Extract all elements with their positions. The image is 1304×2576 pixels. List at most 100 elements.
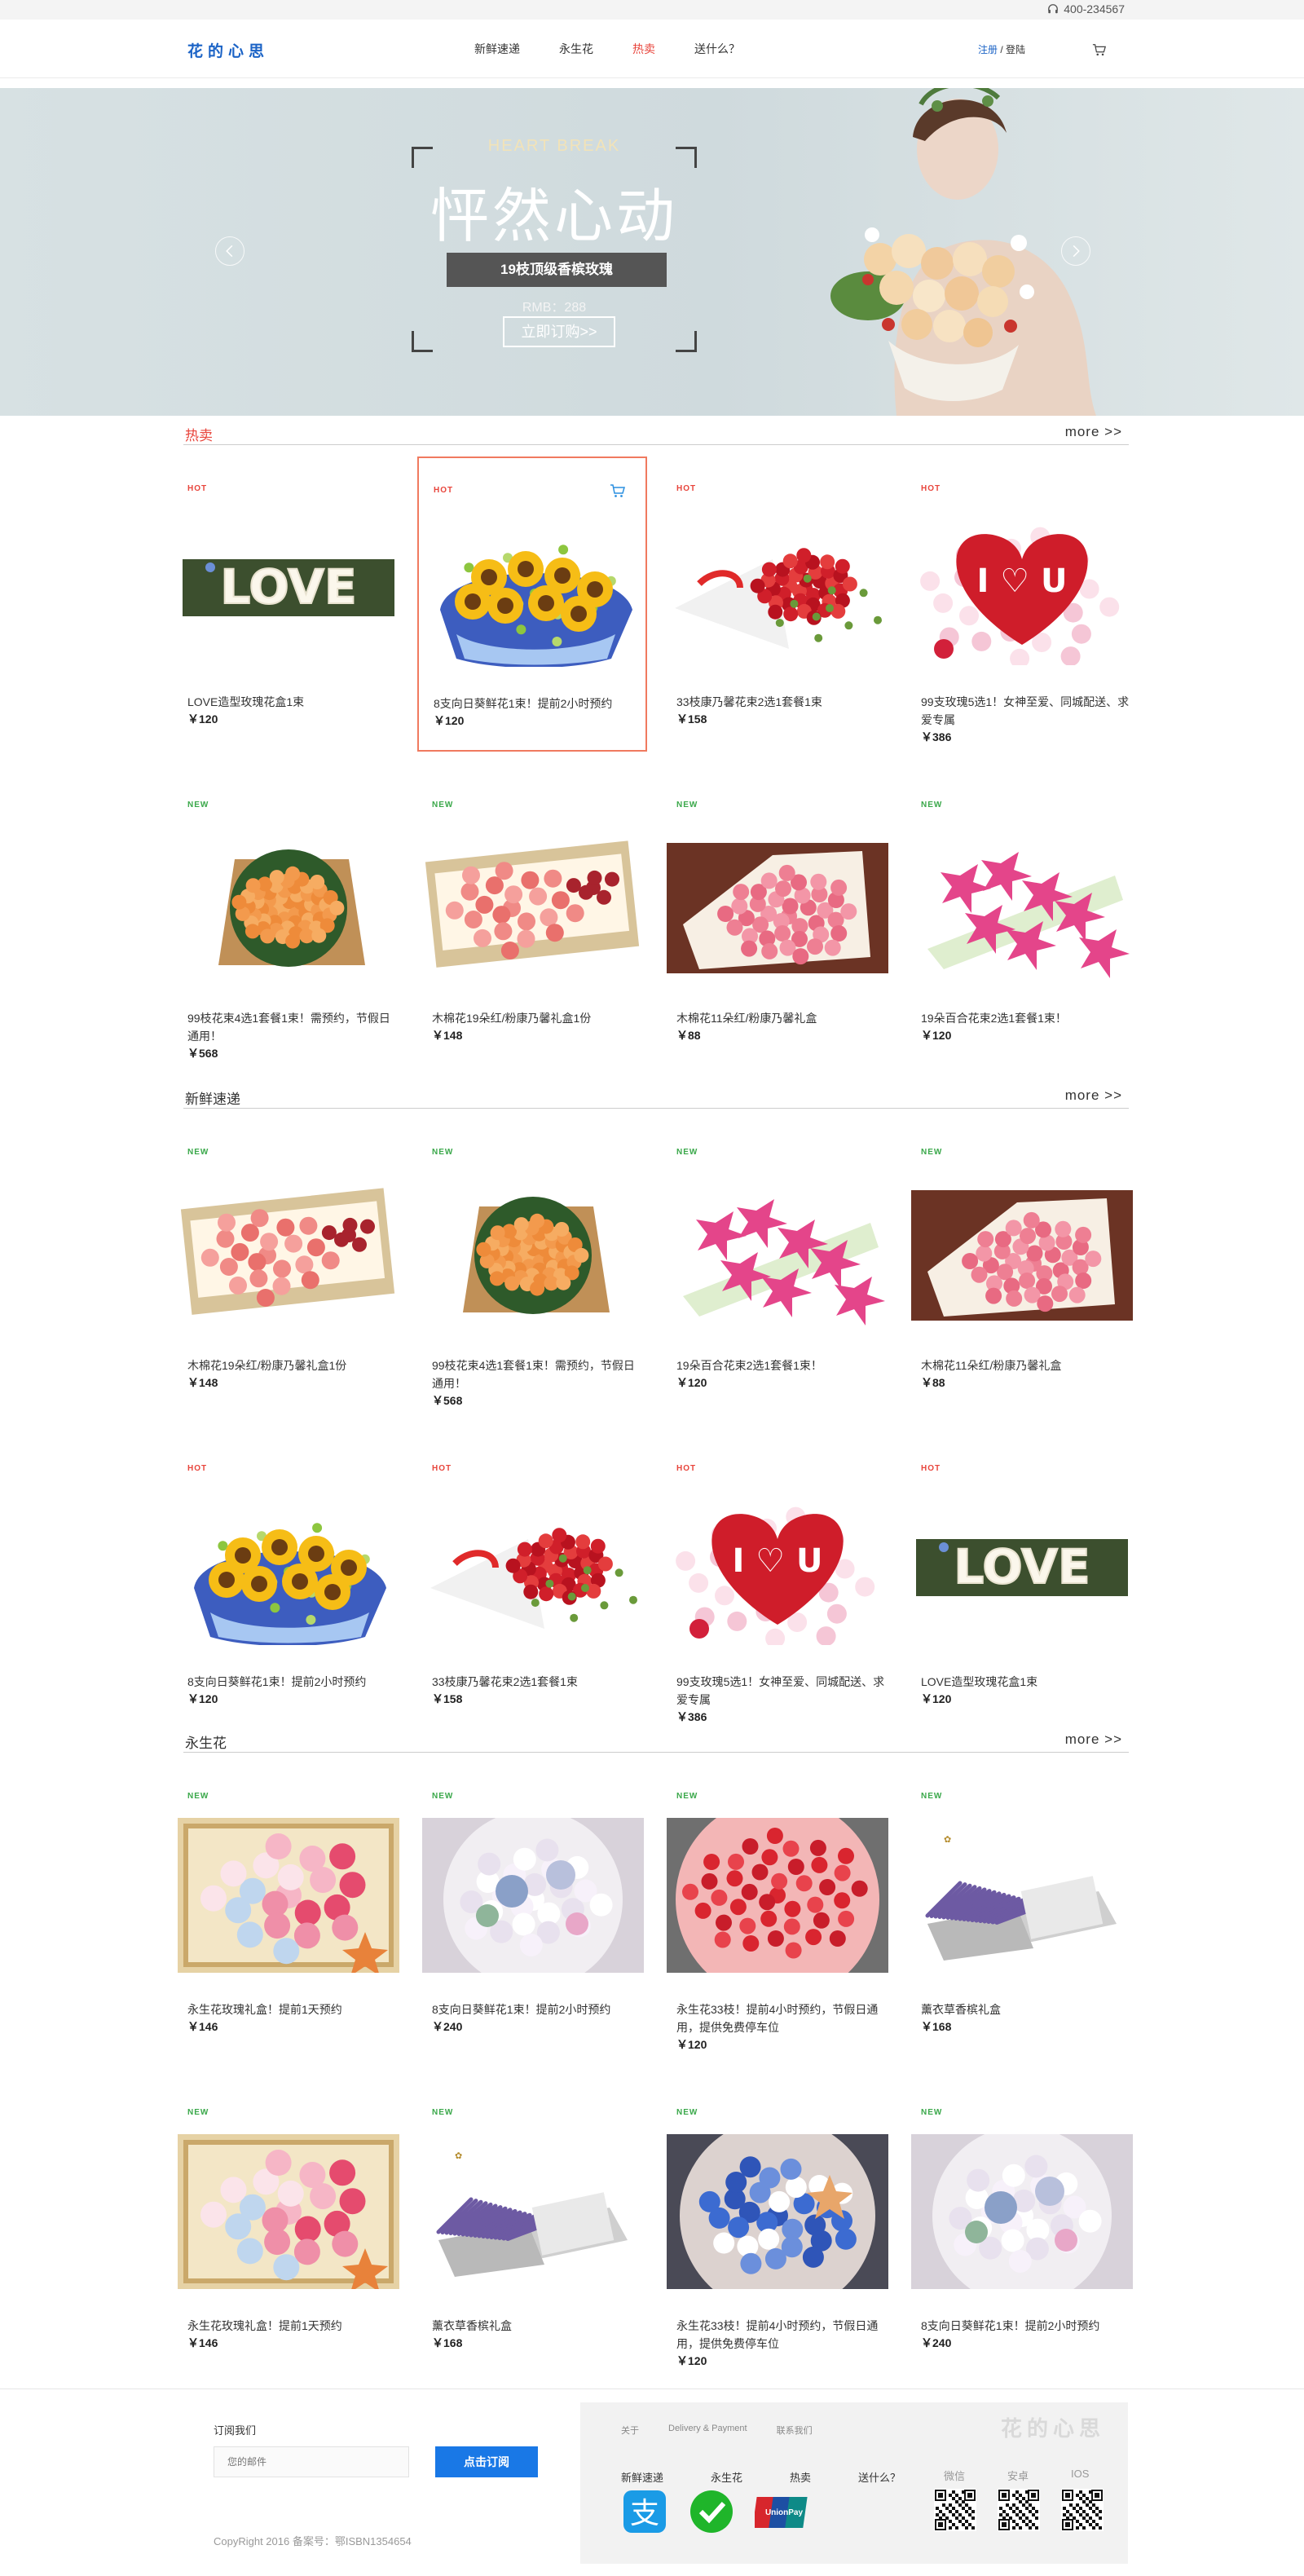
add-to-cart-icon[interactable]	[610, 483, 626, 499]
product-name[interactable]: 薰衣草香槟礼盒	[921, 2000, 1133, 2018]
product-card[interactable]: NEW 19朵百合花束2选1套餐1束！ ￥120	[906, 773, 1136, 1068]
product-image[interactable]	[424, 512, 645, 667]
product-name[interactable]: LOVE造型玫瑰花盒1束	[921, 1673, 1133, 1691]
alipay-icon[interactable]: 支	[621, 2489, 668, 2534]
footer-link-contact[interactable]: 联系我们	[777, 2424, 813, 2437]
wechat-pay-icon[interactable]	[688, 2489, 735, 2534]
product-card[interactable]: HOT I ♡ U 99支玫瑰5选1！女神至爱、同城配送、求爱专属 ￥386	[662, 1436, 892, 1731]
nav-item-hot[interactable]: 热卖	[632, 41, 655, 57]
footer-link-delivery[interactable]: Delivery & Payment	[668, 2424, 747, 2437]
footer-nav-preserved[interactable]: 永生花	[711, 2469, 742, 2485]
unionpay-icon[interactable]: UnionPay	[755, 2489, 812, 2534]
product-card[interactable]: HOT 33枝康乃馨花束2选1套餐1束 ￥158	[662, 457, 892, 752]
product-card[interactable]: NEW 永生花玫瑰礼盒！提前1天预约 ￥146	[173, 2080, 403, 2375]
product-card[interactable]: HOT 8支向日葵鲜花1束！提前2小时预约 ￥120	[417, 457, 647, 752]
site-logo[interactable]: 花的心思	[187, 39, 269, 61]
product-card[interactable]: NEW 木棉花11朵红/粉康乃馨礼盒 ￥88	[906, 1120, 1136, 1415]
product-image[interactable]: LOVE	[178, 510, 399, 665]
product-image[interactable]	[667, 1818, 888, 1973]
product-image[interactable]	[667, 510, 888, 665]
product-name[interactable]: 99枝花束4选1套餐1束！需预约，节假日通用！	[432, 1356, 644, 1392]
product-image[interactable]: ✿	[422, 2134, 644, 2289]
product-card[interactable]: NEW 8支向日葵鲜花1束！提前2小时预约 ￥240	[417, 1764, 647, 2059]
product-image[interactable]	[178, 2134, 399, 2289]
product-name[interactable]: 永生花33枝！提前4小时预约，节假日通用，提供免费停车位	[676, 2000, 888, 2036]
product-image[interactable]: LOVE	[911, 1490, 1133, 1645]
product-name[interactable]: 19朵百合花束2选1套餐1束！	[676, 1356, 888, 1374]
product-card[interactable]: HOT LOVE LOVE造型玫瑰花盒1束 ￥120	[173, 457, 403, 752]
product-name[interactable]: 99支玫瑰5选1！女神至爱、同城配送、求爱专属	[676, 1673, 888, 1709]
product-name[interactable]: 木棉花19朵红/粉康乃馨礼盒1份	[187, 1356, 399, 1374]
more-link[interactable]: more >>	[1065, 1731, 1122, 1748]
product-name[interactable]: 薰衣草香槟礼盒	[432, 2317, 644, 2335]
subscribe-button[interactable]: 点击订阅	[435, 2446, 538, 2477]
product-image[interactable]	[422, 1490, 644, 1645]
product-image[interactable]	[178, 1490, 399, 1645]
product-card[interactable]: NEW 99枝花束4选1套餐1束！需预约，节假日通用！ ￥568	[173, 773, 403, 1068]
product-name[interactable]: 永生花33枝！提前4小时预约，节假日通用，提供免费停车位	[676, 2317, 888, 2353]
footer-nav-fresh[interactable]: 新鲜速递	[621, 2469, 663, 2485]
product-name[interactable]: 8支向日葵鲜花1束！提前2小时预约	[921, 2317, 1133, 2335]
more-link[interactable]: more >>	[1065, 424, 1122, 440]
product-card[interactable]: HOT 33枝康乃馨花束2选1套餐1束 ￥158	[417, 1436, 647, 1731]
email-field[interactable]	[214, 2446, 409, 2477]
product-card[interactable]: NEW 木棉花19朵红/粉康乃馨礼盒1份 ￥148	[173, 1120, 403, 1415]
banner-prev-button[interactable]	[215, 236, 244, 266]
nav-item-fresh[interactable]: 新鲜速递	[474, 41, 520, 57]
product-card[interactable]: HOT I ♡ U 99支玫瑰5选1！女神至爱、同城配送、求爱专属 ￥386	[906, 457, 1136, 752]
banner-order-button[interactable]: 立即订购>>	[503, 316, 615, 347]
nav-item-preserved[interactable]: 永生花	[559, 41, 593, 57]
product-image[interactable]	[422, 1818, 644, 1973]
product-image[interactable]: ✿	[911, 1818, 1133, 1973]
product-image[interactable]	[178, 1174, 399, 1329]
product-name[interactable]: 永生花玫瑰礼盒！提前1天预约	[187, 2000, 399, 2018]
product-image[interactable]	[422, 827, 644, 981]
product-image[interactable]: I ♡ U	[667, 1490, 888, 1645]
product-card[interactable]: NEW 永生花玫瑰礼盒！提前1天预约 ￥146	[173, 1764, 403, 2059]
product-image[interactable]: I ♡ U	[911, 510, 1133, 665]
product-card[interactable]: NEW 8支向日葵鲜花1束！提前2小时预约 ￥240	[906, 2080, 1136, 2375]
footer-nav-gift[interactable]: 送什么？	[858, 2469, 901, 2485]
cart-icon[interactable]	[1092, 42, 1107, 57]
nav-item-gift[interactable]: 送什么？	[694, 41, 740, 57]
product-image[interactable]	[667, 2134, 888, 2289]
product-image[interactable]	[667, 827, 888, 981]
product-card[interactable]: NEW 木棉花11朵红/粉康乃馨礼盒 ￥88	[662, 773, 892, 1068]
product-name[interactable]: 木棉花11朵红/粉康乃馨礼盒	[921, 1356, 1133, 1374]
product-image[interactable]	[667, 1174, 888, 1329]
register-link[interactable]: 注册	[978, 44, 998, 55]
product-card[interactable]: HOT LOVE LOVE造型玫瑰花盒1束 ￥120	[906, 1436, 1136, 1731]
footer-nav-hot[interactable]: 热卖	[790, 2469, 811, 2485]
product-name[interactable]: 木棉花11朵红/粉康乃馨礼盒	[676, 1009, 888, 1027]
product-card[interactable]: HOT 8支向日葵鲜花1束！提前2小时预约 ￥120	[173, 1436, 403, 1731]
product-name[interactable]: 木棉花19朵红/粉康乃馨礼盒1份	[432, 1009, 644, 1027]
product-name[interactable]: 永生花玫瑰礼盒！提前1天预约	[187, 2317, 399, 2335]
new-badge: NEW	[432, 1792, 454, 1801]
product-image[interactable]	[178, 827, 399, 981]
product-card[interactable]: NEW 19朵百合花束2选1套餐1束！ ￥120	[662, 1120, 892, 1415]
product-image[interactable]	[911, 2134, 1133, 2289]
product-image[interactable]	[911, 827, 1133, 981]
product-card[interactable]: NEW 永生花33枝！提前4小时预约，节假日通用，提供免费停车位 ￥120	[662, 1764, 892, 2059]
product-card[interactable]: NEW 99枝花束4选1套餐1束！需预约，节假日通用！ ￥568	[417, 1120, 647, 1415]
footer-link-about[interactable]: 关于	[621, 2424, 639, 2437]
product-name[interactable]: 99枝花束4选1套餐1束！需预约，节假日通用！	[187, 1009, 399, 1045]
product-name[interactable]: 19朵百合花束2选1套餐1束！	[921, 1009, 1133, 1027]
banner-next-button[interactable]	[1061, 236, 1090, 266]
product-image[interactable]	[911, 1174, 1133, 1329]
product-card[interactable]: NEW ✿ 薰衣草香槟礼盒 ￥168	[906, 1764, 1136, 2059]
product-name[interactable]: 8支向日葵鲜花1束！提前2小时预约	[187, 1673, 399, 1691]
login-link[interactable]: 登陆	[1006, 44, 1025, 55]
product-name[interactable]: 8支向日葵鲜花1束！提前2小时预约	[434, 695, 645, 712]
product-name[interactable]: 8支向日葵鲜花1束！提前2小时预约	[432, 2000, 644, 2018]
product-image[interactable]	[422, 1174, 644, 1329]
product-image[interactable]	[178, 1818, 399, 1973]
product-name[interactable]: LOVE造型玫瑰花盒1束	[187, 693, 399, 711]
product-name[interactable]: 99支玫瑰5选1！女神至爱、同城配送、求爱专属	[921, 693, 1133, 729]
more-link[interactable]: more >>	[1065, 1087, 1122, 1104]
product-name[interactable]: 33枝康乃馨花束2选1套餐1束	[676, 693, 888, 711]
product-name[interactable]: 33枝康乃馨花束2选1套餐1束	[432, 1673, 644, 1691]
product-card[interactable]: NEW ✿ 薰衣草香槟礼盒 ￥168	[417, 2080, 647, 2375]
product-card[interactable]: NEW 木棉花19朵红/粉康乃馨礼盒1份 ￥148	[417, 773, 647, 1068]
product-card[interactable]: NEW 永生花33枝！提前4小时预约，节假日通用，提供免费停车位 ￥120	[662, 2080, 892, 2375]
